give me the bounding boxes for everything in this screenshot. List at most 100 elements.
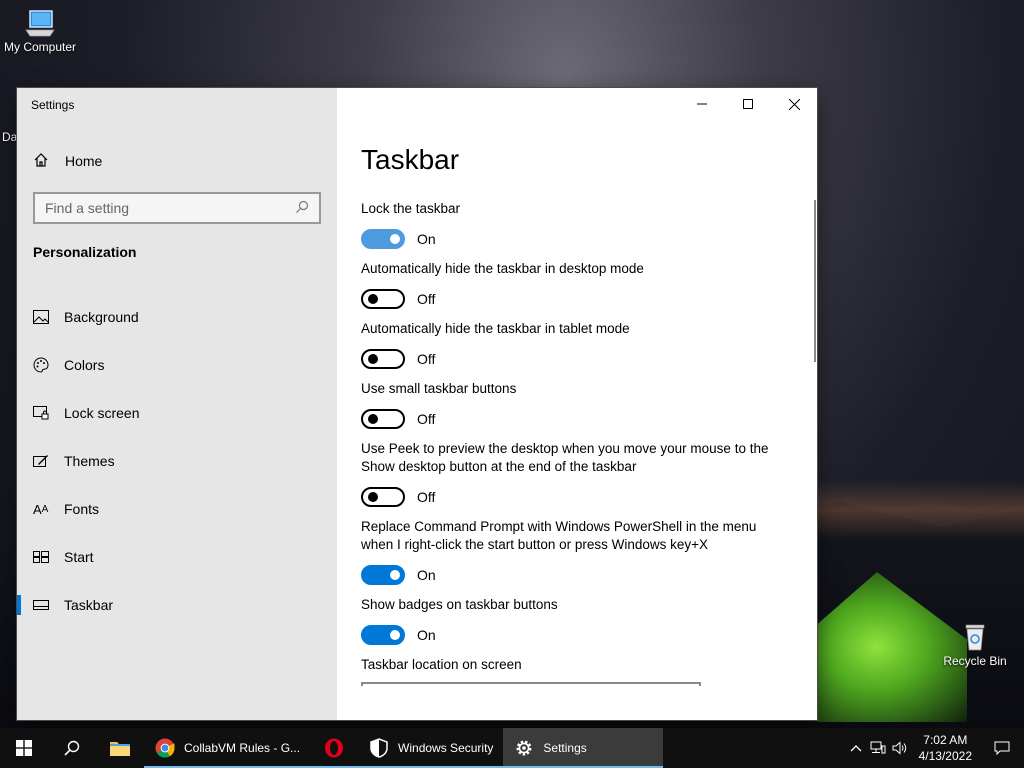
- setting-label: Replace Command Prompt with Windows Powe…: [361, 519, 757, 552]
- close-icon: [788, 98, 800, 110]
- search-icon[interactable]: [295, 200, 309, 217]
- clock-time: 7:02 AM: [923, 733, 968, 747]
- taskbar-app-opera[interactable]: [310, 728, 359, 768]
- peek-toggle[interactable]: [361, 487, 405, 507]
- setting-lock-taskbar: Lock the taskbar On: [361, 200, 791, 249]
- shield-icon: [368, 737, 390, 759]
- maximize-button[interactable]: [725, 88, 771, 120]
- sidebar-item-label: Start: [64, 549, 94, 565]
- show-hidden-icons-button[interactable]: [845, 744, 867, 752]
- autohide-desktop-toggle[interactable]: [361, 289, 405, 309]
- sidebar-item-label: Themes: [64, 453, 115, 469]
- themes-icon: [33, 454, 64, 468]
- content-scrollbar[interactable]: [814, 200, 816, 362]
- sidebar-item-label: Background: [64, 309, 139, 325]
- desktop-icon-recycle-bin[interactable]: Recycle Bin: [935, 622, 1015, 668]
- lock-screen-icon: [33, 406, 64, 420]
- sidebar-item-label: Lock screen: [64, 405, 140, 421]
- close-button[interactable]: [771, 88, 817, 120]
- window-title: Settings: [31, 98, 75, 112]
- sidebar-section-personalization: Personalization: [33, 244, 137, 260]
- taskbar-location-dropdown[interactable]: [361, 682, 701, 686]
- home-icon: [33, 152, 65, 171]
- setting-label: Taskbar location on screen: [361, 657, 522, 672]
- toggle-state: Off: [417, 351, 436, 367]
- recycle-bin-icon: [965, 624, 985, 651]
- setting-label: Show badges on taskbar buttons: [361, 597, 558, 612]
- setting-badges: Show badges on taskbar buttons On: [361, 596, 791, 645]
- setting-powershell: Replace Command Prompt with Windows Powe…: [361, 518, 791, 585]
- badges-toggle[interactable]: [361, 625, 405, 645]
- image-icon: [33, 310, 64, 324]
- minimize-icon: [697, 103, 707, 105]
- maximize-icon: [743, 99, 753, 109]
- search-placeholder: Find a setting: [45, 200, 130, 216]
- sidebar-nav-list: Background Colors Lock screen Themes A A…: [17, 293, 337, 629]
- sidebar-item-background[interactable]: Background: [17, 293, 337, 341]
- system-tray: 7:02 AM 4/13/2022: [845, 728, 1024, 768]
- desktop-icon-my-computer[interactable]: My Computer: [0, 8, 80, 54]
- sidebar-item-start[interactable]: Start: [17, 533, 337, 581]
- taskbar-app-settings[interactable]: Settings: [503, 728, 664, 768]
- action-center-button[interactable]: [980, 728, 1024, 768]
- start-button[interactable]: [0, 728, 48, 768]
- setting-label: Use small taskbar buttons: [361, 381, 517, 396]
- taskbar-icon: [33, 600, 64, 610]
- chrome-icon: [154, 737, 176, 759]
- taskbar-app-windows-security[interactable]: Windows Security: [358, 728, 504, 768]
- minimize-button[interactable]: [679, 88, 725, 120]
- powershell-toggle[interactable]: [361, 565, 405, 585]
- file-explorer-button[interactable]: [96, 728, 144, 768]
- sidebar-item-taskbar[interactable]: Taskbar: [17, 581, 337, 629]
- toggle-state: Off: [417, 291, 436, 307]
- setting-autohide-tablet: Automatically hide the taskbar in tablet…: [361, 320, 791, 369]
- settings-sidebar: Settings Home Find a setting Personaliza…: [17, 88, 337, 720]
- fonts-icon: AA: [33, 501, 49, 517]
- computer-icon: [25, 10, 55, 37]
- folder-icon: [110, 742, 130, 756]
- toggle-state: On: [417, 231, 436, 247]
- setting-label: Automatically hide the taskbar in deskto…: [361, 261, 644, 276]
- network-icon[interactable]: [867, 741, 889, 755]
- desktop-icon-label: Recycle Bin: [943, 654, 1007, 668]
- windows-logo-icon: [16, 740, 32, 756]
- clock-date: 4/13/2022: [918, 749, 972, 763]
- lock-taskbar-toggle[interactable]: [361, 229, 405, 249]
- toggle-state: On: [417, 627, 436, 643]
- clock[interactable]: 7:02 AM 4/13/2022: [911, 732, 980, 764]
- page-title: Taskbar: [361, 144, 460, 175]
- setting-label: Use Peek to preview the desktop when you…: [361, 441, 769, 474]
- desktop-icon-cut-label: Da: [2, 130, 18, 144]
- autohide-tablet-toggle[interactable]: [361, 349, 405, 369]
- setting-label: Automatically hide the taskbar in tablet…: [361, 321, 630, 336]
- volume-icon[interactable]: [889, 741, 911, 755]
- start-icon: [33, 551, 64, 563]
- opera-icon: [325, 738, 344, 758]
- taskbar-app-label: CollabVM Rules - G...: [184, 741, 301, 755]
- setting-small-buttons: Use small taskbar buttons Off: [361, 380, 791, 429]
- toggle-state: Off: [417, 411, 436, 427]
- taskbar-app-chrome[interactable]: CollabVM Rules - G...: [144, 728, 311, 768]
- taskbar: CollabVM Rules - G... Windows Security S…: [0, 728, 1024, 768]
- setting-label: Lock the taskbar: [361, 201, 461, 216]
- notification-icon: [994, 741, 1010, 755]
- sidebar-item-themes[interactable]: Themes: [17, 437, 337, 485]
- toggle-state: On: [417, 567, 436, 583]
- sidebar-item-colors[interactable]: Colors: [17, 341, 337, 389]
- nav-home-label: Home: [65, 153, 103, 169]
- sidebar-item-lock-screen[interactable]: Lock screen: [17, 389, 337, 437]
- search-input[interactable]: Find a setting: [33, 192, 321, 224]
- taskbar-settings-list: Lock the taskbar On Automatically hide t…: [361, 200, 791, 697]
- small-buttons-toggle[interactable]: [361, 409, 405, 429]
- sidebar-item-label: Fonts: [64, 501, 100, 517]
- setting-peek: Use Peek to preview the desktop when you…: [361, 440, 791, 507]
- setting-taskbar-location: Taskbar location on screen: [361, 656, 791, 686]
- sidebar-item-fonts[interactable]: AA Fonts: [17, 485, 337, 533]
- search-icon: [64, 740, 80, 756]
- window-controls: [679, 88, 817, 120]
- nav-home[interactable]: Home: [17, 146, 337, 176]
- settings-content: Taskbar Lock the taskbar On Automaticall…: [337, 88, 817, 720]
- search-button[interactable]: [48, 728, 96, 768]
- toggle-state: Off: [417, 489, 436, 505]
- settings-window: Settings Home Find a setting Personaliza…: [17, 88, 817, 720]
